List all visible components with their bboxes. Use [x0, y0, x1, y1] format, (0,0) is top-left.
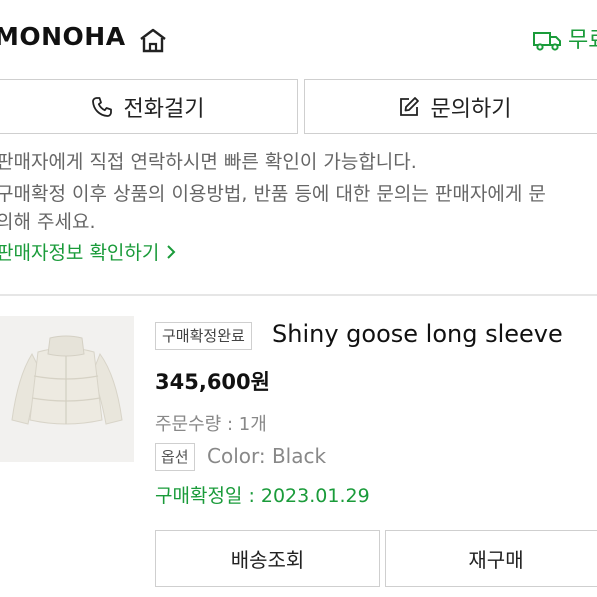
rebuy-button-label: 재구매: [468, 548, 524, 572]
product-thumbnail[interactable]: [0, 316, 134, 462]
inquiry-button-label: 문의하기: [430, 96, 512, 122]
track-delivery-button-label: 배송조회: [230, 548, 305, 572]
section-divider: [0, 294, 597, 296]
phone-icon: [91, 96, 112, 117]
notice-line-3: 의해 주세요.: [0, 211, 96, 233]
home-icon[interactable]: [138, 27, 168, 53]
option-value: Color: Black: [207, 444, 327, 468]
track-delivery-button[interactable]: 배송조회: [155, 530, 380, 587]
store-name[interactable]: MONOHA: [0, 22, 126, 51]
call-button[interactable]: 전화걸기: [0, 79, 298, 134]
inquiry-button[interactable]: 문의하기: [304, 79, 597, 134]
product-price: 345,600원: [155, 370, 270, 394]
chevron-right-icon: [167, 245, 176, 259]
product-name[interactable]: Shiny goose long sleeve: [272, 320, 563, 348]
status-badge: 구매확정완료: [155, 322, 252, 350]
free-shipping-label: 무료: [568, 28, 597, 53]
notice-line-1: 판매자에게 직접 연락하시면 빠른 확인이 가능합니다.: [0, 151, 417, 173]
rebuy-button[interactable]: 재구매: [385, 530, 597, 587]
edit-icon: [399, 96, 419, 116]
notice-line-2: 구매확정 이후 상품의 이용방법, 반품 등에 대한 문의는 판매자에게 문: [0, 183, 546, 205]
seller-info-link[interactable]: 판매자정보 확인하기: [0, 238, 177, 265]
option-badge: 옵션: [155, 443, 195, 471]
seller-info-link-label: 판매자정보 확인하기: [0, 242, 160, 264]
order-quantity: 주문수량 : 1개: [155, 414, 267, 435]
purchase-confirm-date: 구매확정일 : 2023.01.29: [155, 485, 370, 507]
truck-icon: [533, 32, 561, 51]
jacket-image: [0, 316, 134, 462]
call-button-label: 전화걸기: [123, 96, 205, 122]
